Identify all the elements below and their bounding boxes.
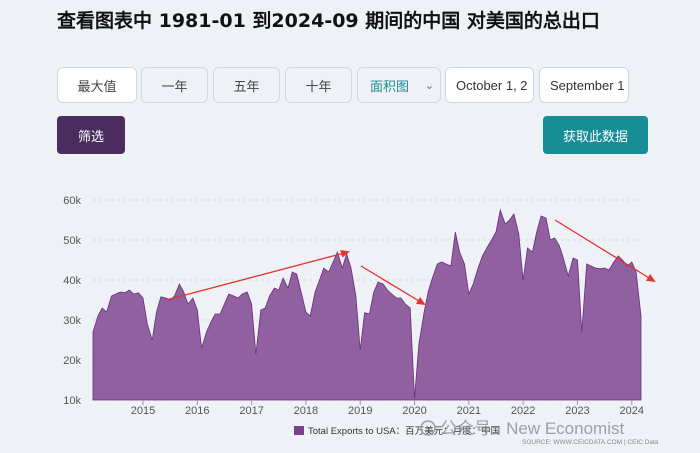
x-axis: 2015 2016 2017 2018 2019 2020 2021 2022 2023 2024 <box>131 400 644 417</box>
watermark-text: 公众号 · New Economist <box>440 419 624 438</box>
x-tick-label: 2020 <box>402 405 426 417</box>
source-label: SOURCE: WWW.CEICDATA.COM | CEIC Data <box>522 439 659 446</box>
y-tick-label: 60k <box>63 195 81 207</box>
x-tick-label: 2019 <box>348 405 372 417</box>
y-tick-label: 10k <box>63 395 81 407</box>
exports-area <box>92 208 642 401</box>
x-tick-label: 2024 <box>620 405 644 417</box>
watermark: 公众号 · New Economist <box>420 419 624 438</box>
y-tick-label: 20k <box>63 355 81 367</box>
x-tick-label: 2022 <box>511 405 535 417</box>
x-tick-label: 2015 <box>131 405 155 417</box>
trend-arrows <box>165 219 656 306</box>
x-tick-label: 2021 <box>457 405 481 417</box>
y-axis: 10k 20k 30k 40k 50k 60k <box>63 195 81 407</box>
y-tick-label: 30k <box>63 315 81 327</box>
y-tick-label: 50k <box>63 235 81 247</box>
x-tick-label: 2023 <box>565 405 589 417</box>
x-tick-label: 2016 <box>185 405 209 417</box>
x-tick-label: 2018 <box>294 405 318 417</box>
area-chart: 10k20k30k40k50k60k 2015 2016 2017 2018 2019 2… <box>63 195 659 446</box>
y-tick-label: 40k <box>63 275 81 287</box>
legend-swatch <box>294 426 304 435</box>
x-tick-label: 2017 <box>239 405 263 417</box>
